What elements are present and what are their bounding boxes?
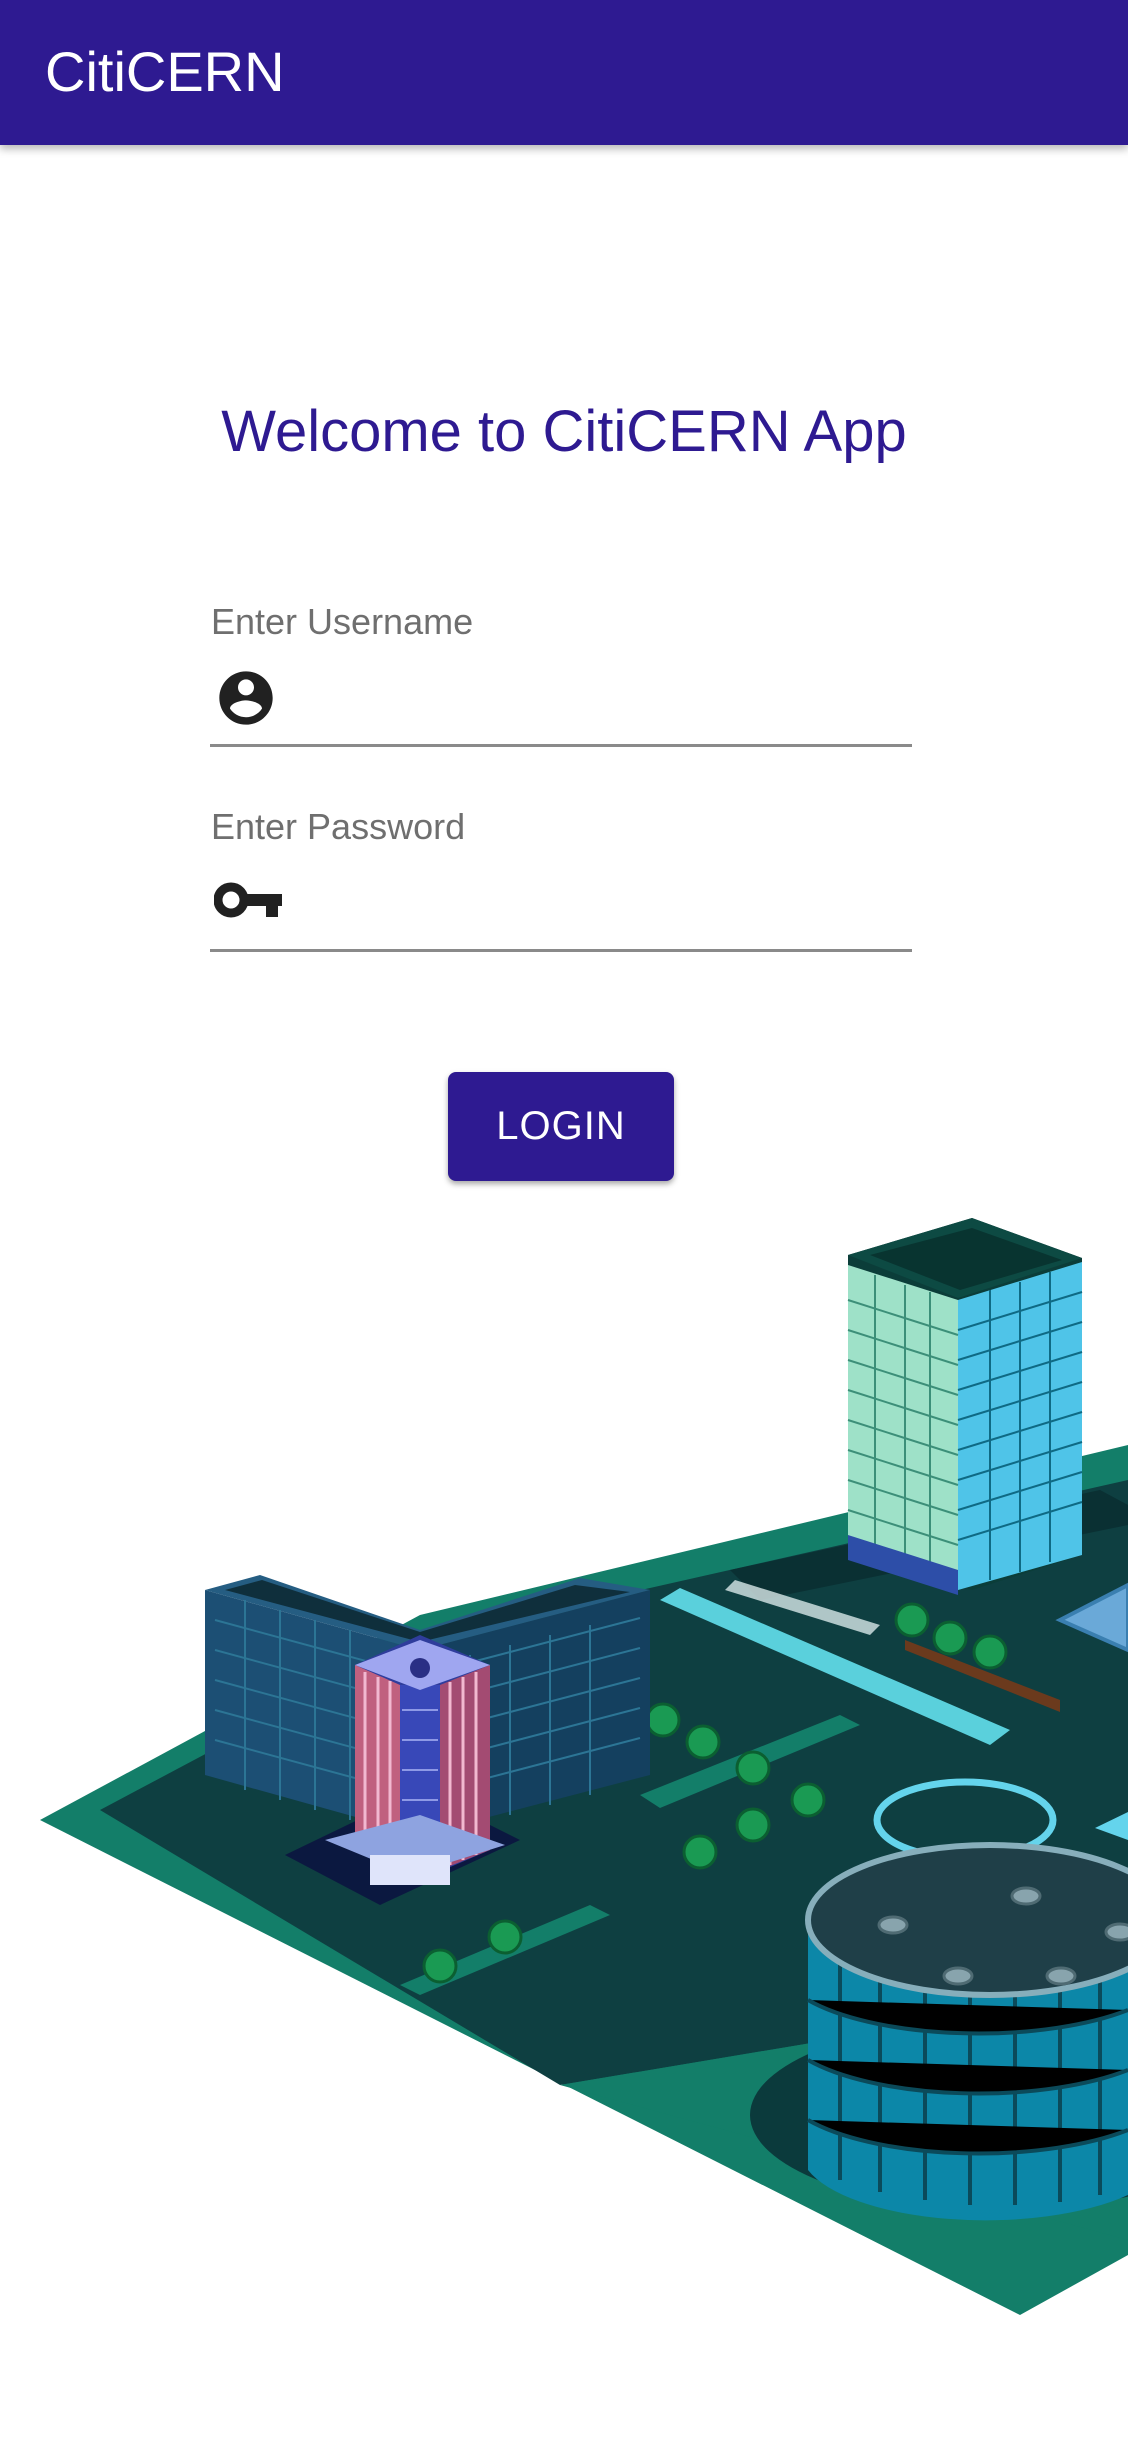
password-field[interactable]: Enter Password [210, 805, 912, 953]
account-circle-icon [214, 666, 278, 735]
username-underline [210, 744, 912, 747]
app-bar: CitiCERN [0, 0, 1128, 145]
username-input[interactable] [288, 668, 912, 732]
app-title: CitiCERN [45, 40, 285, 103]
password-input[interactable] [288, 875, 912, 939]
password-label: Enter Password [211, 806, 466, 847]
password-underline [210, 949, 912, 952]
city-illustration [40, 1218, 1128, 2315]
key-icon [213, 875, 286, 930]
username-label: Enter Username [211, 601, 474, 642]
username-field[interactable]: Enter Username [210, 600, 912, 748]
welcome-heading: Welcome to CitiCERN App [221, 399, 907, 464]
login-button[interactable]: LOGIN [448, 1072, 674, 1181]
